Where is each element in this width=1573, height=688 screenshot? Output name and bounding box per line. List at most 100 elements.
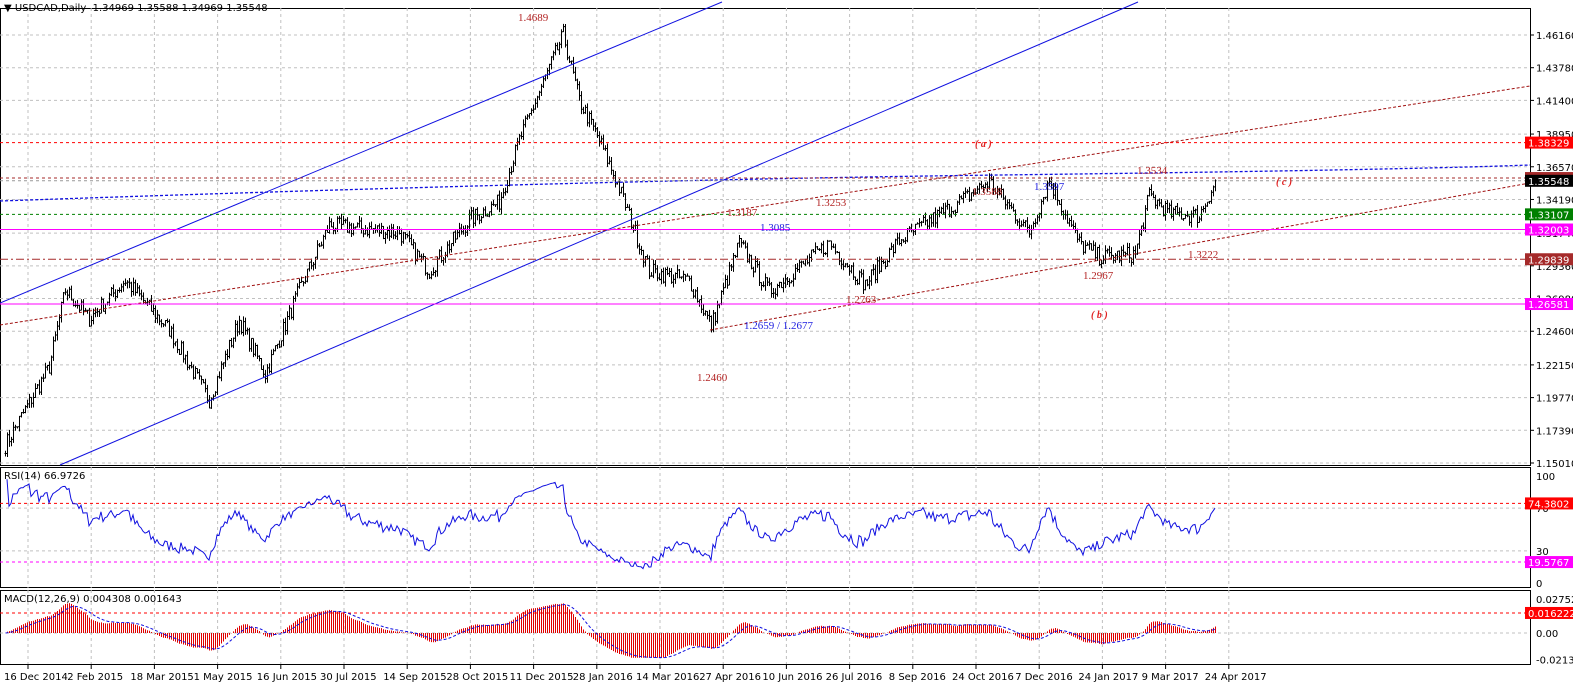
ohlc-bar — [344, 218, 347, 224]
ohlc-bar — [556, 42, 559, 51]
ohlc-bar — [260, 357, 263, 370]
ohlc-bar — [552, 50, 555, 61]
x-tick-label: 28 Jan 2016 — [573, 672, 633, 683]
ohlc-bar — [842, 260, 845, 271]
ohlc-bar — [1008, 199, 1011, 210]
ohlc-bar — [1004, 195, 1007, 210]
ohlc-bar — [68, 286, 71, 299]
ohlc-bar — [356, 222, 359, 228]
ohlc-bar — [32, 392, 35, 408]
ohlc-bar — [816, 246, 819, 250]
ohlc-bar — [476, 207, 479, 221]
ohlc-bar — [1062, 210, 1065, 220]
ohlc-bar — [150, 295, 153, 312]
y-tick-label: 1.24600 — [1536, 327, 1573, 338]
ohlc-bar — [376, 225, 379, 233]
ohlc-bar — [24, 405, 27, 414]
ohlc-bar — [794, 263, 797, 280]
rsi-tick-label: 100 — [1536, 472, 1555, 483]
ohlc-bar — [818, 248, 821, 251]
ohlc-bar — [796, 263, 799, 272]
ohlc-bar — [782, 277, 785, 293]
ohlc-bar — [916, 222, 919, 225]
ohlc-bar — [1196, 205, 1199, 228]
ohlc-bar — [138, 285, 141, 297]
ohlc-bar — [136, 282, 139, 294]
ohlc-bar — [692, 288, 695, 299]
ohlc-bar — [46, 364, 49, 371]
ohlc-bar — [1036, 214, 1039, 225]
ohlc-bar — [600, 135, 603, 145]
ohlc-bar — [182, 341, 185, 363]
ohlc-bar — [28, 393, 31, 409]
ohlc-bar — [54, 331, 57, 342]
ohlc-bar — [250, 337, 253, 352]
ohlc-bar — [112, 284, 115, 298]
ohlc-bar — [374, 224, 377, 234]
ohlc-bar — [926, 219, 929, 231]
ohlc-bar — [298, 278, 301, 289]
ohlc-bar — [1010, 202, 1013, 210]
ohlc-bar — [1076, 228, 1079, 243]
ohlc-bar — [650, 272, 653, 277]
ohlc-bar — [928, 215, 931, 230]
ohlc-bar — [698, 299, 701, 307]
ohlc-bar — [742, 240, 745, 245]
ohlc-bar — [874, 264, 877, 284]
ohlc-bar — [808, 253, 811, 267]
x-tick-label: 7 Dec 2016 — [1015, 672, 1073, 683]
channel-upper-line — [0, 1, 723, 304]
ohlc-bar — [304, 275, 307, 284]
ohlc-bar — [332, 221, 335, 235]
ohlc-bar — [1212, 185, 1215, 197]
ohlc-bar — [118, 287, 121, 293]
ohlc-bar — [408, 230, 411, 243]
annotation-13253: 1.3253 — [816, 197, 847, 209]
ohlc-bar — [1042, 197, 1045, 205]
x-tick-label: 27 Apr 2016 — [699, 672, 761, 683]
ohlc-bar — [946, 199, 949, 210]
ohlc-bar — [1070, 215, 1073, 228]
ohlc-bar — [452, 231, 455, 247]
ohlc-bar — [850, 265, 853, 274]
ohlc-bar — [902, 239, 905, 243]
ohlc-bar — [320, 241, 323, 247]
dropdown-triangle-icon[interactable]: ▼ — [4, 3, 15, 14]
ohlc-bar — [1190, 210, 1193, 228]
ohlc-bar — [384, 231, 387, 244]
ohlc-bar — [1058, 199, 1061, 205]
ohlc-bar — [208, 394, 211, 409]
ohlc-bar — [904, 237, 907, 244]
ohlc-bar — [942, 203, 945, 215]
ohlc-bar — [30, 396, 33, 408]
ohlc-bar — [508, 167, 511, 187]
x-tick-label: 24 Jan 2017 — [1078, 672, 1138, 683]
ohlc-bar — [50, 355, 53, 376]
ohlc-bar — [308, 261, 311, 272]
ohlc-bar — [802, 260, 805, 265]
price-level-label: 1.29839 — [1528, 255, 1569, 266]
ohlc-bar — [230, 338, 233, 348]
ohlc-bar — [126, 280, 129, 289]
ohlc-bar — [558, 41, 561, 55]
ohlc-bar — [302, 280, 305, 287]
ohlc-bar — [640, 245, 643, 256]
ohlc-bar — [340, 213, 343, 230]
ohlc-bar — [1018, 218, 1021, 231]
ohlc-bar — [482, 207, 485, 219]
ohlc-bar — [960, 195, 963, 200]
ohlc-bar — [1144, 205, 1147, 233]
ohlc-bar — [326, 225, 329, 233]
ohlc-bar — [1126, 242, 1129, 256]
ohlc-bar — [40, 376, 43, 395]
ohlc-bar — [892, 244, 895, 258]
ohlc-bar — [568, 55, 571, 63]
ohlc-bar — [952, 210, 955, 215]
ohlc-bar — [1198, 216, 1201, 223]
ohlc-bar — [240, 319, 243, 335]
annotation-13597: 1.3597 — [1034, 181, 1065, 193]
ohlc-bar — [330, 218, 333, 228]
ohlc-bar — [346, 217, 349, 233]
ohlc-bar — [838, 251, 841, 266]
symbol-header[interactable]: ▼ USDCAD,Daily 1.34969 1.35588 1.34969 1… — [4, 3, 268, 14]
